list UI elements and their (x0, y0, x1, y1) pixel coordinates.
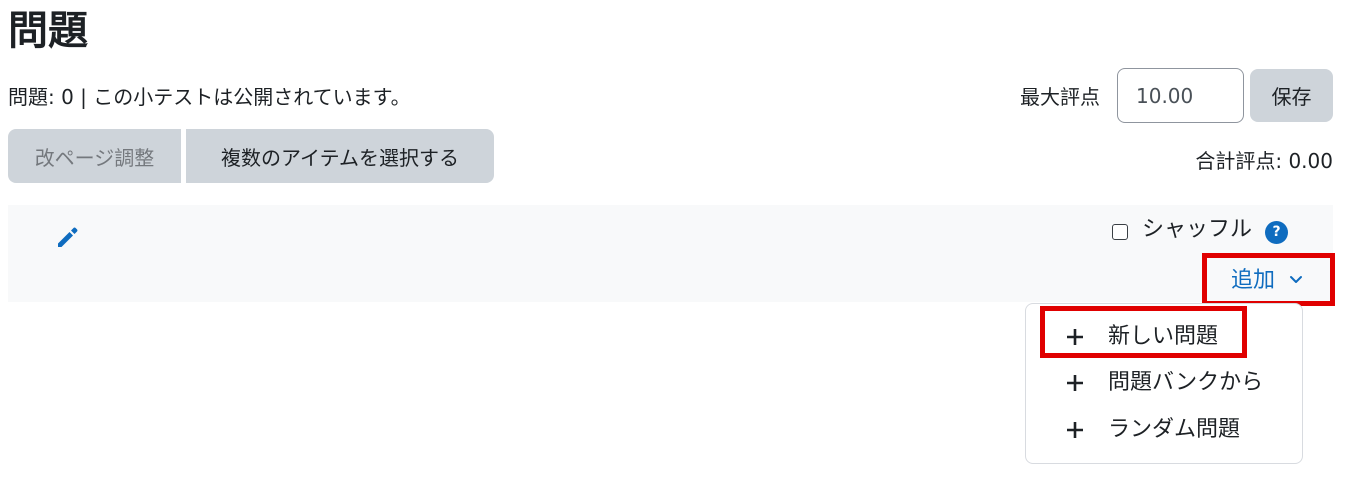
menu-item-random-question[interactable]: ランダム問題 (1064, 410, 1284, 450)
shuffle-label: シャッフル (1142, 217, 1253, 242)
repaginate-button[interactable]: 改ページ調整 (8, 129, 181, 183)
highlight-box-new-question (1040, 306, 1247, 358)
quiz-status-text: 問題: 0 | この小テストは公開されています。 (8, 85, 411, 109)
select-multiple-items-button[interactable]: 複数のアイテムを選択する (186, 129, 494, 183)
menu-item-label: ランダム問題 (1108, 417, 1241, 442)
highlight-box-add (1202, 253, 1335, 306)
shuffle-checkbox[interactable] (1112, 224, 1128, 240)
plus-icon (1067, 375, 1083, 391)
total-grade-text: 合計評点: 0.00 (1195, 149, 1333, 173)
max-grade-label: 最大評点 (1020, 85, 1100, 109)
help-icon[interactable]: ? (1265, 221, 1288, 244)
plus-icon (1067, 422, 1083, 438)
page-title: 問題 (8, 8, 88, 54)
menu-item-from-question-bank[interactable]: 問題バンクから (1064, 363, 1284, 403)
section-panel (8, 205, 1333, 302)
max-grade-input[interactable] (1117, 68, 1244, 123)
menu-item-label: 問題バンクから (1108, 370, 1264, 395)
pencil-icon[interactable] (55, 224, 81, 250)
save-button[interactable]: 保存 (1250, 69, 1333, 122)
